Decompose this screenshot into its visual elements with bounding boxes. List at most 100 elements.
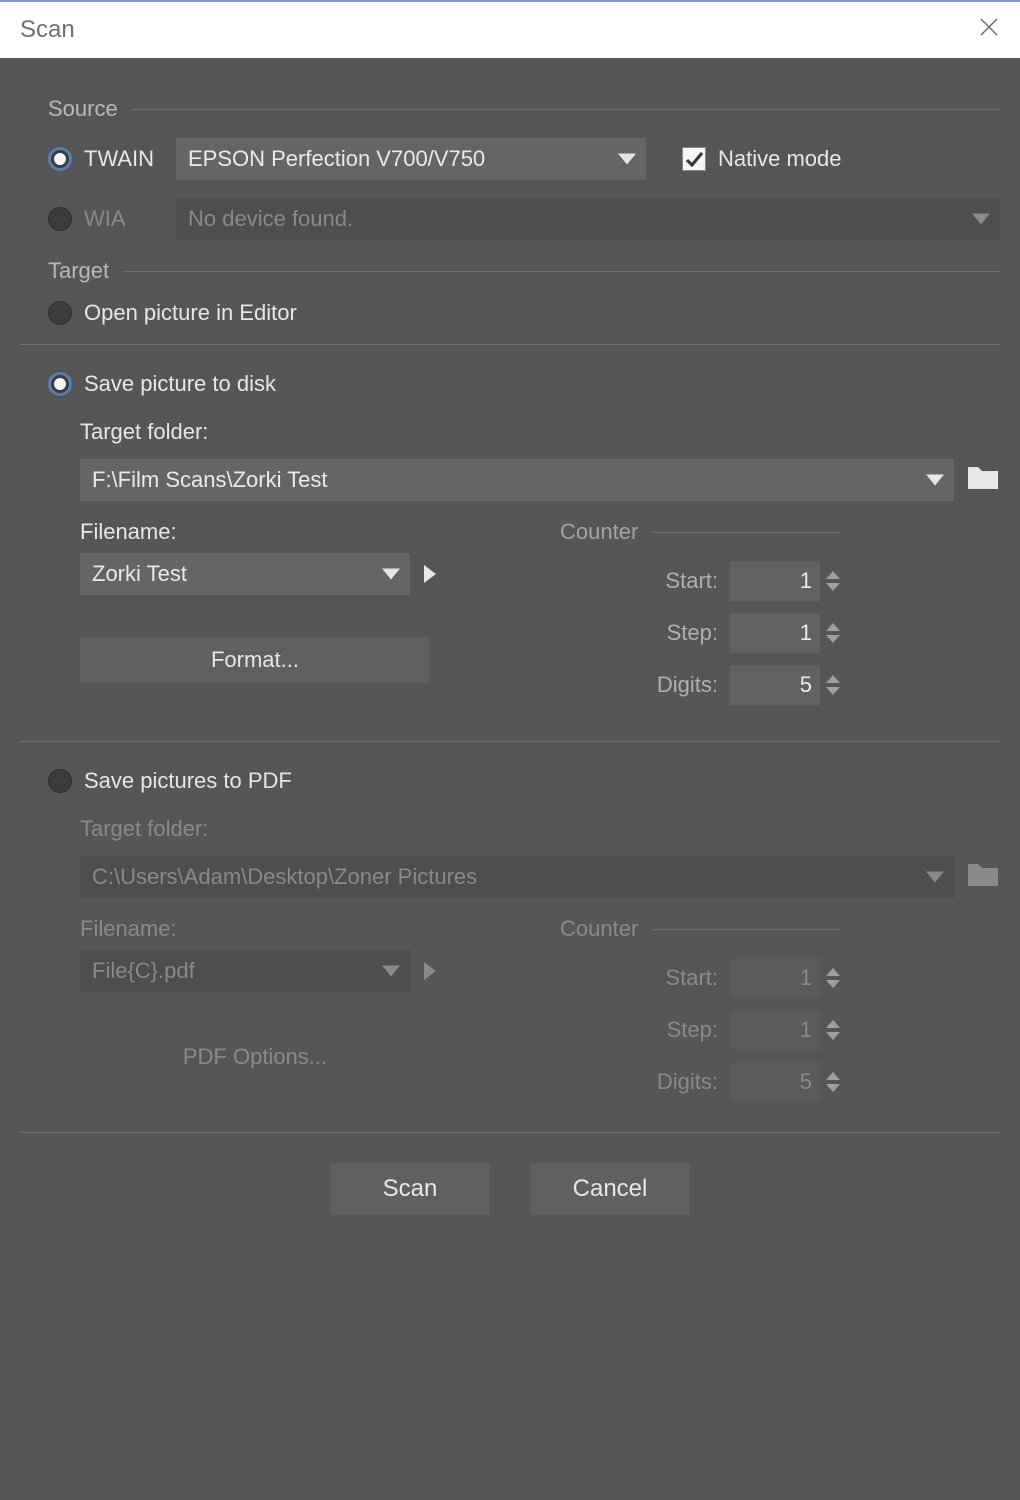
counter-digits-value: 5 — [800, 1069, 812, 1095]
filename-flyout-button[interactable] — [424, 565, 436, 583]
close-button[interactable] — [978, 16, 1000, 44]
spinner-arrows[interactable] — [826, 623, 840, 643]
pdf-target-folder-select: C:\Users\Adam\Desktop\Zoner Pictures — [80, 856, 954, 898]
counter-start-input: 1 — [730, 958, 840, 998]
browse-folder-button — [966, 860, 1000, 894]
pdf-target-folder-row: C:\Users\Adam\Desktop\Zoner Pictures — [80, 856, 1000, 898]
chevron-down-icon — [382, 966, 400, 977]
chevron-down-icon — [826, 635, 840, 643]
counter-digits-input[interactable]: 5 — [730, 665, 840, 705]
twain-device-select[interactable]: EPSON Perfection V700/V750 — [176, 138, 646, 180]
pdf-filename-label: Filename: — [80, 916, 440, 942]
pdf-options-button: PDF Options... — [80, 1034, 430, 1080]
divider — [652, 532, 840, 533]
target-legend: Target — [48, 258, 1000, 284]
disk-target-folder-row: F:\Film Scans\Zorki Test — [80, 459, 1000, 501]
counter-step-label: Step: — [667, 620, 718, 646]
counter-step-value: 1 — [800, 1017, 812, 1043]
spinner-arrows — [826, 968, 840, 988]
pdf-counter-legend-text: Counter — [560, 916, 638, 942]
disk-target-folder-block: Target folder: — [80, 419, 1000, 453]
source-twain-row: TWAIN EPSON Perfection V700/V750 Native … — [48, 138, 1000, 180]
pdf-filename-value: File{C}.pdf — [92, 958, 195, 984]
chevron-down-icon — [826, 1084, 840, 1092]
dialog-footer: Scan Cancel — [20, 1133, 1000, 1255]
counter-start-input[interactable]: 1 — [730, 561, 840, 601]
save-pdf-row: Save pictures to PDF — [48, 768, 1000, 794]
pdf-filename-counter-block: Filename: File{C}.pdf PDF Options... Cou… — [80, 916, 1000, 1108]
counter-start-label: Start: — [665, 965, 718, 991]
wia-radio[interactable] — [48, 207, 72, 231]
chevron-up-icon — [826, 968, 840, 976]
chevron-down-icon — [972, 214, 990, 225]
check-icon — [684, 149, 704, 169]
folder-icon — [966, 860, 1000, 888]
close-icon — [978, 16, 1000, 38]
filename-flyout-button — [424, 962, 436, 980]
disk-counter-legend: Counter — [560, 519, 840, 545]
disk-filename-label: Filename: — [80, 519, 440, 545]
chevron-down-icon — [618, 154, 636, 165]
pdf-target-folder-value: C:\Users\Adam\Desktop\Zoner Pictures — [92, 864, 477, 890]
counter-digits-value: 5 — [800, 672, 812, 698]
chevron-up-icon — [826, 675, 840, 683]
save-pdf-label: Save pictures to PDF — [84, 768, 292, 794]
native-mode-checkbox[interactable] — [682, 147, 706, 171]
save-disk-radio[interactable] — [48, 372, 72, 396]
chevron-up-icon — [826, 1020, 840, 1028]
spinner-arrows — [826, 1020, 840, 1040]
chevron-up-icon — [826, 1072, 840, 1080]
chevron-down-icon — [826, 1032, 840, 1040]
source-legend-text: Source — [48, 96, 118, 122]
disk-target-folder-value: F:\Film Scans\Zorki Test — [92, 467, 328, 493]
save-pdf-radio[interactable] — [48, 769, 72, 793]
cancel-button-label: Cancel — [573, 1175, 648, 1203]
counter-digits-label: Digits: — [657, 672, 718, 698]
twain-radio[interactable] — [48, 147, 72, 171]
divider — [132, 109, 1000, 110]
wia-label: WIA — [84, 206, 164, 232]
counter-digits-label: Digits: — [657, 1069, 718, 1095]
save-disk-row: Save picture to disk — [48, 371, 1000, 397]
format-button[interactable]: Format... — [80, 637, 430, 683]
divider — [20, 741, 1000, 742]
open-editor-row: Open picture in Editor — [48, 300, 1000, 326]
chevron-down-icon — [826, 687, 840, 695]
wia-device-value: No device found. — [188, 206, 353, 232]
chevron-up-icon — [826, 623, 840, 631]
disk-filename-select[interactable]: Zorki Test — [80, 553, 410, 595]
counter-start-label: Start: — [665, 568, 718, 594]
divider — [123, 271, 1000, 272]
browse-folder-button[interactable] — [966, 463, 1000, 497]
source-legend: Source — [48, 96, 1000, 122]
divider — [20, 344, 1000, 345]
scan-button[interactable]: Scan — [330, 1163, 490, 1215]
pdf-filename-select: File{C}.pdf — [80, 950, 410, 992]
folder-icon — [966, 463, 1000, 491]
counter-digits-input: 5 — [730, 1062, 840, 1102]
chevron-down-icon — [926, 475, 944, 486]
format-button-label: Format... — [211, 647, 299, 673]
spinner-arrows[interactable] — [826, 675, 840, 695]
twain-label: TWAIN — [84, 146, 164, 172]
counter-step-input: 1 — [730, 1010, 840, 1050]
chevron-up-icon — [826, 571, 840, 579]
titlebar: Scan — [0, 0, 1020, 58]
disk-target-folder-select[interactable]: F:\Film Scans\Zorki Test — [80, 459, 954, 501]
counter-step-input[interactable]: 1 — [730, 613, 840, 653]
native-mode-label: Native mode — [718, 146, 842, 172]
disk-target-folder-label: Target folder: — [80, 419, 208, 445]
save-disk-label: Save picture to disk — [84, 371, 276, 397]
source-wia-row: WIA No device found. — [48, 198, 1000, 240]
counter-start-value: 1 — [800, 965, 812, 991]
counter-step-value: 1 — [800, 620, 812, 646]
chevron-down-icon — [926, 872, 944, 883]
counter-step-label: Step: — [667, 1017, 718, 1043]
pdf-counter-legend: Counter — [560, 916, 840, 942]
cancel-button[interactable]: Cancel — [530, 1163, 690, 1215]
counter-start-value: 1 — [800, 568, 812, 594]
spinner-arrows[interactable] — [826, 571, 840, 591]
open-editor-radio[interactable] — [48, 301, 72, 325]
disk-filename-counter-block: Filename: Zorki Test Format... Counter S… — [80, 519, 1000, 711]
target-legend-text: Target — [48, 258, 109, 284]
